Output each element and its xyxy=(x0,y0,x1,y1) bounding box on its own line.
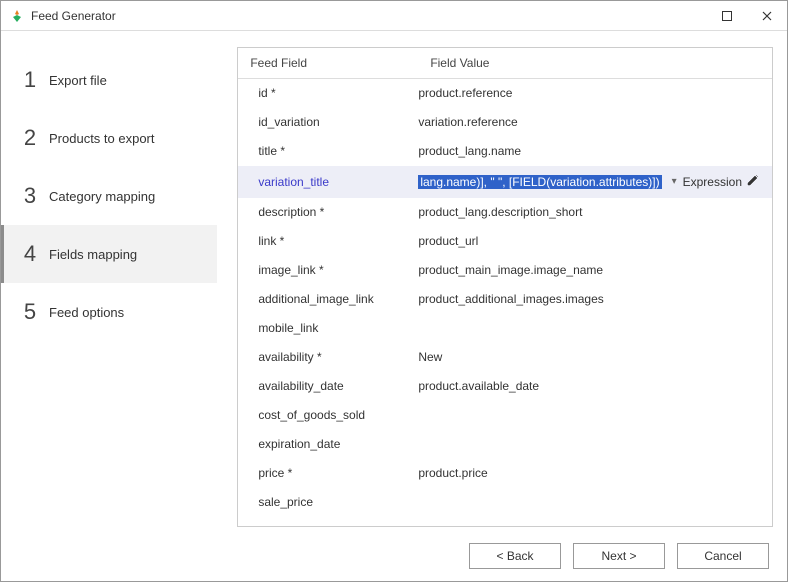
cell-field: additional_image_link xyxy=(250,292,418,306)
cell-field: mobile_link xyxy=(250,321,418,335)
row-extras: ▾ Expression xyxy=(666,173,760,190)
fields-table: Feed Field Field Value id * product.refe… xyxy=(237,47,773,527)
table-row[interactable]: cost_of_goods_sold xyxy=(238,401,772,430)
back-button[interactable]: < Back xyxy=(469,543,561,569)
cell-value: product_lang.name xyxy=(418,144,760,158)
cell-field: availability_date xyxy=(250,379,418,393)
step-number: 4 xyxy=(17,241,43,267)
step-number: 5 xyxy=(17,299,43,325)
step-number: 1 xyxy=(17,67,43,93)
app-icon xyxy=(9,8,25,24)
table-row[interactable]: description * product_lang.description_s… xyxy=(238,198,772,227)
table-header: Feed Field Field Value xyxy=(238,48,772,79)
table-row[interactable]: additional_image_link product_additional… xyxy=(238,285,772,314)
cell-value: product.reference xyxy=(418,86,760,100)
main-area: 1 Export file 2 Products to export 3 Cat… xyxy=(1,31,787,531)
table-row[interactable]: title * product_lang.name xyxy=(238,137,772,166)
table-row[interactable]: id_variation variation.reference xyxy=(238,108,772,137)
value-highlight: lang.name)], " ", [FIELD(variation.attri… xyxy=(418,175,661,189)
step-label: Feed options xyxy=(49,305,124,320)
step-number: 2 xyxy=(17,125,43,151)
cell-value: product_url xyxy=(418,234,760,248)
cell-field: variation_title xyxy=(250,175,418,189)
cell-value: product.available_date xyxy=(418,379,760,393)
column-header-value[interactable]: Field Value xyxy=(430,56,760,70)
cell-value: product_lang.description_short xyxy=(418,205,760,219)
cell-value: New xyxy=(418,350,760,364)
content-panel: Feed Field Field Value id * product.refe… xyxy=(217,31,787,531)
cell-field: sale_price xyxy=(250,495,418,509)
chevron-down-icon[interactable]: ▾ xyxy=(672,176,677,187)
table-row[interactable]: expiration_date xyxy=(238,430,772,459)
sidebar-item-feed-options[interactable]: 5 Feed options xyxy=(1,283,217,341)
footer: < Back Next > Cancel xyxy=(1,531,787,581)
step-label: Products to export xyxy=(49,131,155,146)
table-row[interactable]: image_link * product_main_image.image_na… xyxy=(238,256,772,285)
titlebar: Feed Generator xyxy=(1,1,787,31)
cell-field: link * xyxy=(250,234,418,248)
step-label: Fields mapping xyxy=(49,247,137,262)
table-row[interactable]: sale_price xyxy=(238,488,772,517)
cell-field: price * xyxy=(250,466,418,480)
table-row[interactable]: mobile_link xyxy=(238,314,772,343)
table-row[interactable]: id * product.reference xyxy=(238,79,772,108)
cell-field: description * xyxy=(250,205,418,219)
cell-field: id_variation xyxy=(250,115,418,129)
cell-field: expiration_date xyxy=(250,437,418,451)
table-row[interactable]: availability_date product.available_date xyxy=(238,372,772,401)
sidebar-item-products-to-export[interactable]: 2 Products to export xyxy=(1,109,217,167)
cancel-button[interactable]: Cancel xyxy=(677,543,769,569)
cell-field: id * xyxy=(250,86,418,100)
cell-value: variation.reference xyxy=(418,115,760,129)
cell-field: cost_of_goods_sold xyxy=(250,408,418,422)
column-header-field[interactable]: Feed Field xyxy=(250,56,430,70)
maximize-button[interactable] xyxy=(707,1,747,31)
table-row[interactable]: availability * New xyxy=(238,343,772,372)
sidebar-item-export-file[interactable]: 1 Export file xyxy=(1,51,217,109)
sidebar-item-category-mapping[interactable]: 3 Category mapping xyxy=(1,167,217,225)
cell-field: image_link * xyxy=(250,263,418,277)
sidebar-item-fields-mapping[interactable]: 4 Fields mapping xyxy=(1,225,217,283)
cell-value: product.price xyxy=(418,466,760,480)
close-button[interactable] xyxy=(747,1,787,31)
next-button[interactable]: Next > xyxy=(573,543,665,569)
step-number: 3 xyxy=(17,183,43,209)
table-row[interactable]: link * product_url xyxy=(238,227,772,256)
step-label: Export file xyxy=(49,73,107,88)
cell-field: title * xyxy=(250,144,418,158)
cell-value: product_main_image.image_name xyxy=(418,263,760,277)
value-type-label: Expression xyxy=(683,175,742,189)
cell-value[interactable]: lang.name)], " ", [FIELD(variation.attri… xyxy=(418,175,661,189)
sidebar: 1 Export file 2 Products to export 3 Cat… xyxy=(1,31,217,531)
window-title: Feed Generator xyxy=(31,9,707,23)
pencil-icon[interactable] xyxy=(746,173,760,190)
step-label: Category mapping xyxy=(49,189,155,204)
table-row[interactable]: price * product.price xyxy=(238,459,772,488)
cell-field: availability * xyxy=(250,350,418,364)
table-row-selected[interactable]: variation_title lang.name)], " ", [FIELD… xyxy=(238,166,772,198)
cell-value: product_additional_images.images xyxy=(418,292,760,306)
